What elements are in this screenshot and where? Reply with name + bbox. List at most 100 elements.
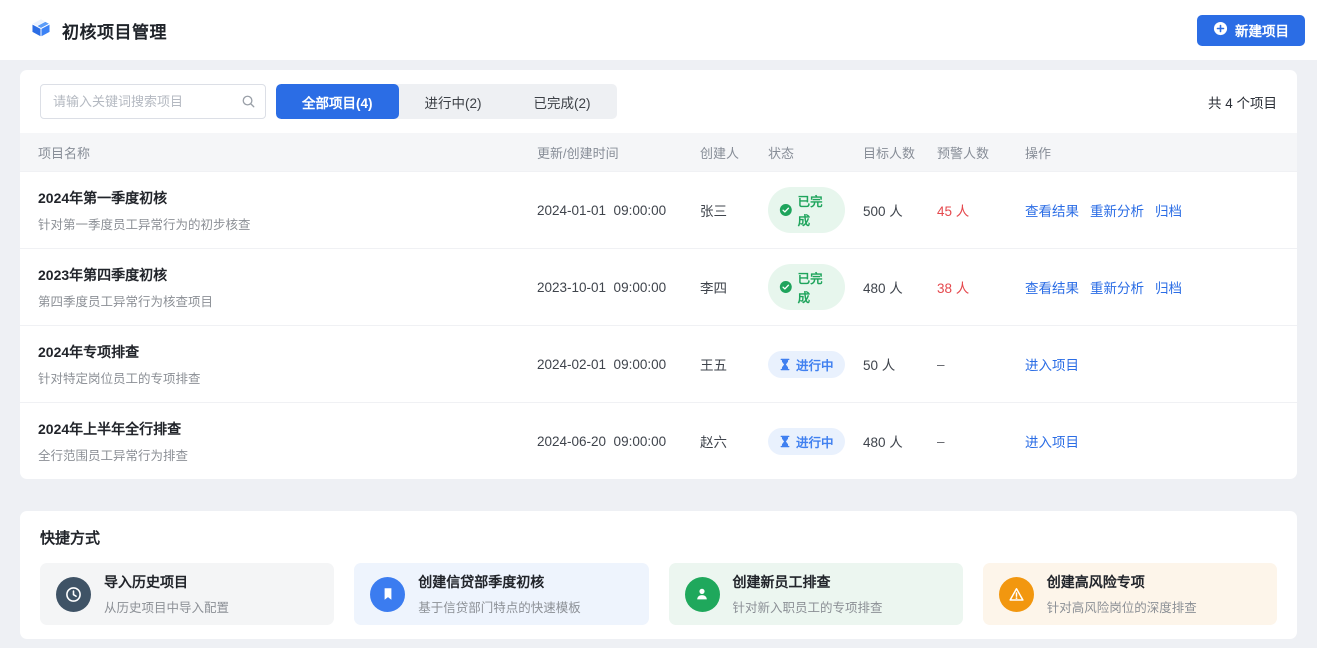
cell-actions: 查看结果 重新分析 归档 <box>1007 277 1297 297</box>
col-time: 更新/创建时间 <box>519 143 682 162</box>
action-archive[interactable]: 归档 <box>1155 200 1182 220</box>
shortcut-desc: 基于信贷部门特点的快速模板 <box>418 597 581 616</box>
shortcut-import-history[interactable]: 导入历史项目 从历史项目中导入配置 <box>40 563 334 625</box>
shortcut-text: 创建新员工排查 针对新入职员工的专项排查 <box>733 572 883 616</box>
status-label: 已完成 <box>798 268 834 306</box>
search-input[interactable] <box>40 84 266 119</box>
tab-all-projects[interactable]: 全部项目(4) <box>276 84 399 119</box>
table-row: 2024年专项排查 针对特定岗位员工的专项排查 2024-02-01 09:00… <box>20 325 1297 402</box>
cell-warning: 38 人 <box>919 277 1007 297</box>
shortcut-text: 创建信贷部季度初核 基于信贷部门特点的快速模板 <box>418 572 581 616</box>
new-project-button[interactable]: 新建项目 <box>1197 15 1305 46</box>
project-list-panel: 全部项目(4) 进行中(2) 已完成(2) 共 4 个项目 项目名称 更新/创建… <box>20 70 1297 479</box>
cell-status: 已完成 <box>750 264 845 310</box>
bookmark-icon <box>370 577 405 612</box>
cell-status: 进行中 <box>750 428 845 455</box>
cell-warning: 45 人 <box>919 200 1007 220</box>
cell-target: 50 人 <box>845 354 919 374</box>
shortcut-new-employee[interactable]: 创建新员工排查 针对新入职员工的专项排查 <box>669 563 963 625</box>
cell-actions: 进入项目 <box>1007 354 1297 374</box>
table-row: 2024年上半年全行排查 全行范围员工异常行为排查 2024-06-20 09:… <box>20 402 1297 479</box>
tab-completed[interactable]: 已完成(2) <box>508 84 617 119</box>
table-row: 2023年第四季度初核 第四季度员工异常行为核查项目 2023-10-01 09… <box>20 248 1297 325</box>
hourglass-icon <box>779 358 791 371</box>
shortcut-title: 创建高风险专项 <box>1047 572 1197 592</box>
project-desc: 针对特定岗位员工的专项排查 <box>38 368 519 387</box>
table-header: 项目名称 更新/创建时间 创建人 状态 目标人数 预警人数 操作 <box>20 133 1297 171</box>
page-title-wrap: 初核项目管理 <box>30 17 167 44</box>
cell-project-name: 2024年第一季度初核 针对第一季度员工异常行为的初步核查 <box>20 188 519 233</box>
status-label: 进行中 <box>796 432 834 451</box>
action-reanalyze[interactable]: 重新分析 <box>1090 200 1144 220</box>
action-enter-project[interactable]: 进入项目 <box>1025 431 1079 451</box>
cell-time: 2024-06-20 09:00:00 <box>519 434 682 449</box>
cell-project-name: 2024年上半年全行排查 全行范围员工异常行为排查 <box>20 419 519 464</box>
action-view-results[interactable]: 查看结果 <box>1025 277 1079 297</box>
hourglass-icon <box>779 435 791 448</box>
shortcuts-title: 快捷方式 <box>40 527 1277 548</box>
project-name: 2024年专项排查 <box>38 342 519 362</box>
action-enter-project[interactable]: 进入项目 <box>1025 354 1079 374</box>
cell-warning: – <box>919 357 1007 372</box>
shortcut-cards: 导入历史项目 从历史项目中导入配置 创建信贷部季度初核 基于信贷部门特点的快速模… <box>40 563 1277 625</box>
cell-target: 480 人 <box>845 431 919 451</box>
page-title: 初核项目管理 <box>62 18 167 43</box>
project-name: 2024年上半年全行排查 <box>38 419 519 439</box>
cell-actions: 进入项目 <box>1007 431 1297 451</box>
shortcut-desc: 针对高风险岗位的深度排查 <box>1047 597 1197 616</box>
clock-icon <box>56 577 91 612</box>
shortcut-title: 导入历史项目 <box>104 572 229 592</box>
col-warning: 预警人数 <box>919 143 1007 162</box>
status-badge: 已完成 <box>768 264 845 310</box>
search-icon <box>241 94 256 109</box>
cube-logo-icon <box>30 17 52 44</box>
cell-creator: 李四 <box>682 277 750 297</box>
project-name: 2024年第一季度初核 <box>38 188 519 208</box>
tab-in-progress[interactable]: 进行中(2) <box>399 84 508 119</box>
col-project-name: 项目名称 <box>20 143 519 162</box>
status-badge: 进行中 <box>768 351 845 378</box>
shortcut-text: 导入历史项目 从历史项目中导入配置 <box>104 572 229 616</box>
cell-actions: 查看结果 重新分析 归档 <box>1007 200 1297 220</box>
status-badge: 已完成 <box>768 187 845 233</box>
shortcut-high-risk[interactable]: 创建高风险专项 针对高风险岗位的深度排查 <box>983 563 1277 625</box>
cell-time: 2024-02-01 09:00:00 <box>519 357 682 372</box>
cell-warning: – <box>919 434 1007 449</box>
new-project-label: 新建项目 <box>1235 20 1289 40</box>
cell-target: 480 人 <box>845 277 919 297</box>
cell-creator: 张三 <box>682 200 750 220</box>
cell-time: 2024-01-01 09:00:00 <box>519 203 682 218</box>
toolbar: 全部项目(4) 进行中(2) 已完成(2) 共 4 个项目 <box>20 70 1297 133</box>
action-archive[interactable]: 归档 <box>1155 277 1182 297</box>
search-box <box>40 84 266 119</box>
shortcut-credit-quarterly[interactable]: 创建信贷部季度初核 基于信贷部门特点的快速模板 <box>354 563 648 625</box>
status-label: 进行中 <box>796 355 834 374</box>
col-actions: 操作 <box>1007 143 1297 162</box>
action-view-results[interactable]: 查看结果 <box>1025 200 1079 220</box>
warning-icon <box>999 577 1034 612</box>
check-circle-icon <box>779 203 793 217</box>
shortcut-title: 创建信贷部季度初核 <box>418 572 581 592</box>
shortcuts-panel: 快捷方式 导入历史项目 从历史项目中导入配置 创建信贷部季度初核 <box>20 511 1297 639</box>
project-name: 2023年第四季度初核 <box>38 265 519 285</box>
top-bar: 初核项目管理 新建项目 <box>0 0 1317 60</box>
project-desc: 全行范围员工异常行为排查 <box>38 445 519 464</box>
shortcut-desc: 针对新入职员工的专项排查 <box>733 597 883 616</box>
status-label: 已完成 <box>798 191 834 229</box>
cell-creator: 王五 <box>682 354 750 374</box>
action-reanalyze[interactable]: 重新分析 <box>1090 277 1144 297</box>
shortcut-title: 创建新员工排查 <box>733 572 883 592</box>
filter-tabs: 全部项目(4) 进行中(2) 已完成(2) <box>276 84 617 119</box>
cell-time: 2023-10-01 09:00:00 <box>519 280 682 295</box>
project-desc: 针对第一季度员工异常行为的初步核查 <box>38 214 519 233</box>
total-count: 共 4 个项目 <box>1208 92 1277 112</box>
cell-creator: 赵六 <box>682 431 750 451</box>
col-target: 目标人数 <box>845 143 919 162</box>
shortcut-text: 创建高风险专项 针对高风险岗位的深度排查 <box>1047 572 1197 616</box>
cell-status: 已完成 <box>750 187 845 233</box>
cell-target: 500 人 <box>845 200 919 220</box>
cell-status: 进行中 <box>750 351 845 378</box>
project-desc: 第四季度员工异常行为核查项目 <box>38 291 519 310</box>
cell-project-name: 2023年第四季度初核 第四季度员工异常行为核查项目 <box>20 265 519 310</box>
table-row: 2024年第一季度初核 针对第一季度员工异常行为的初步核查 2024-01-01… <box>20 171 1297 248</box>
